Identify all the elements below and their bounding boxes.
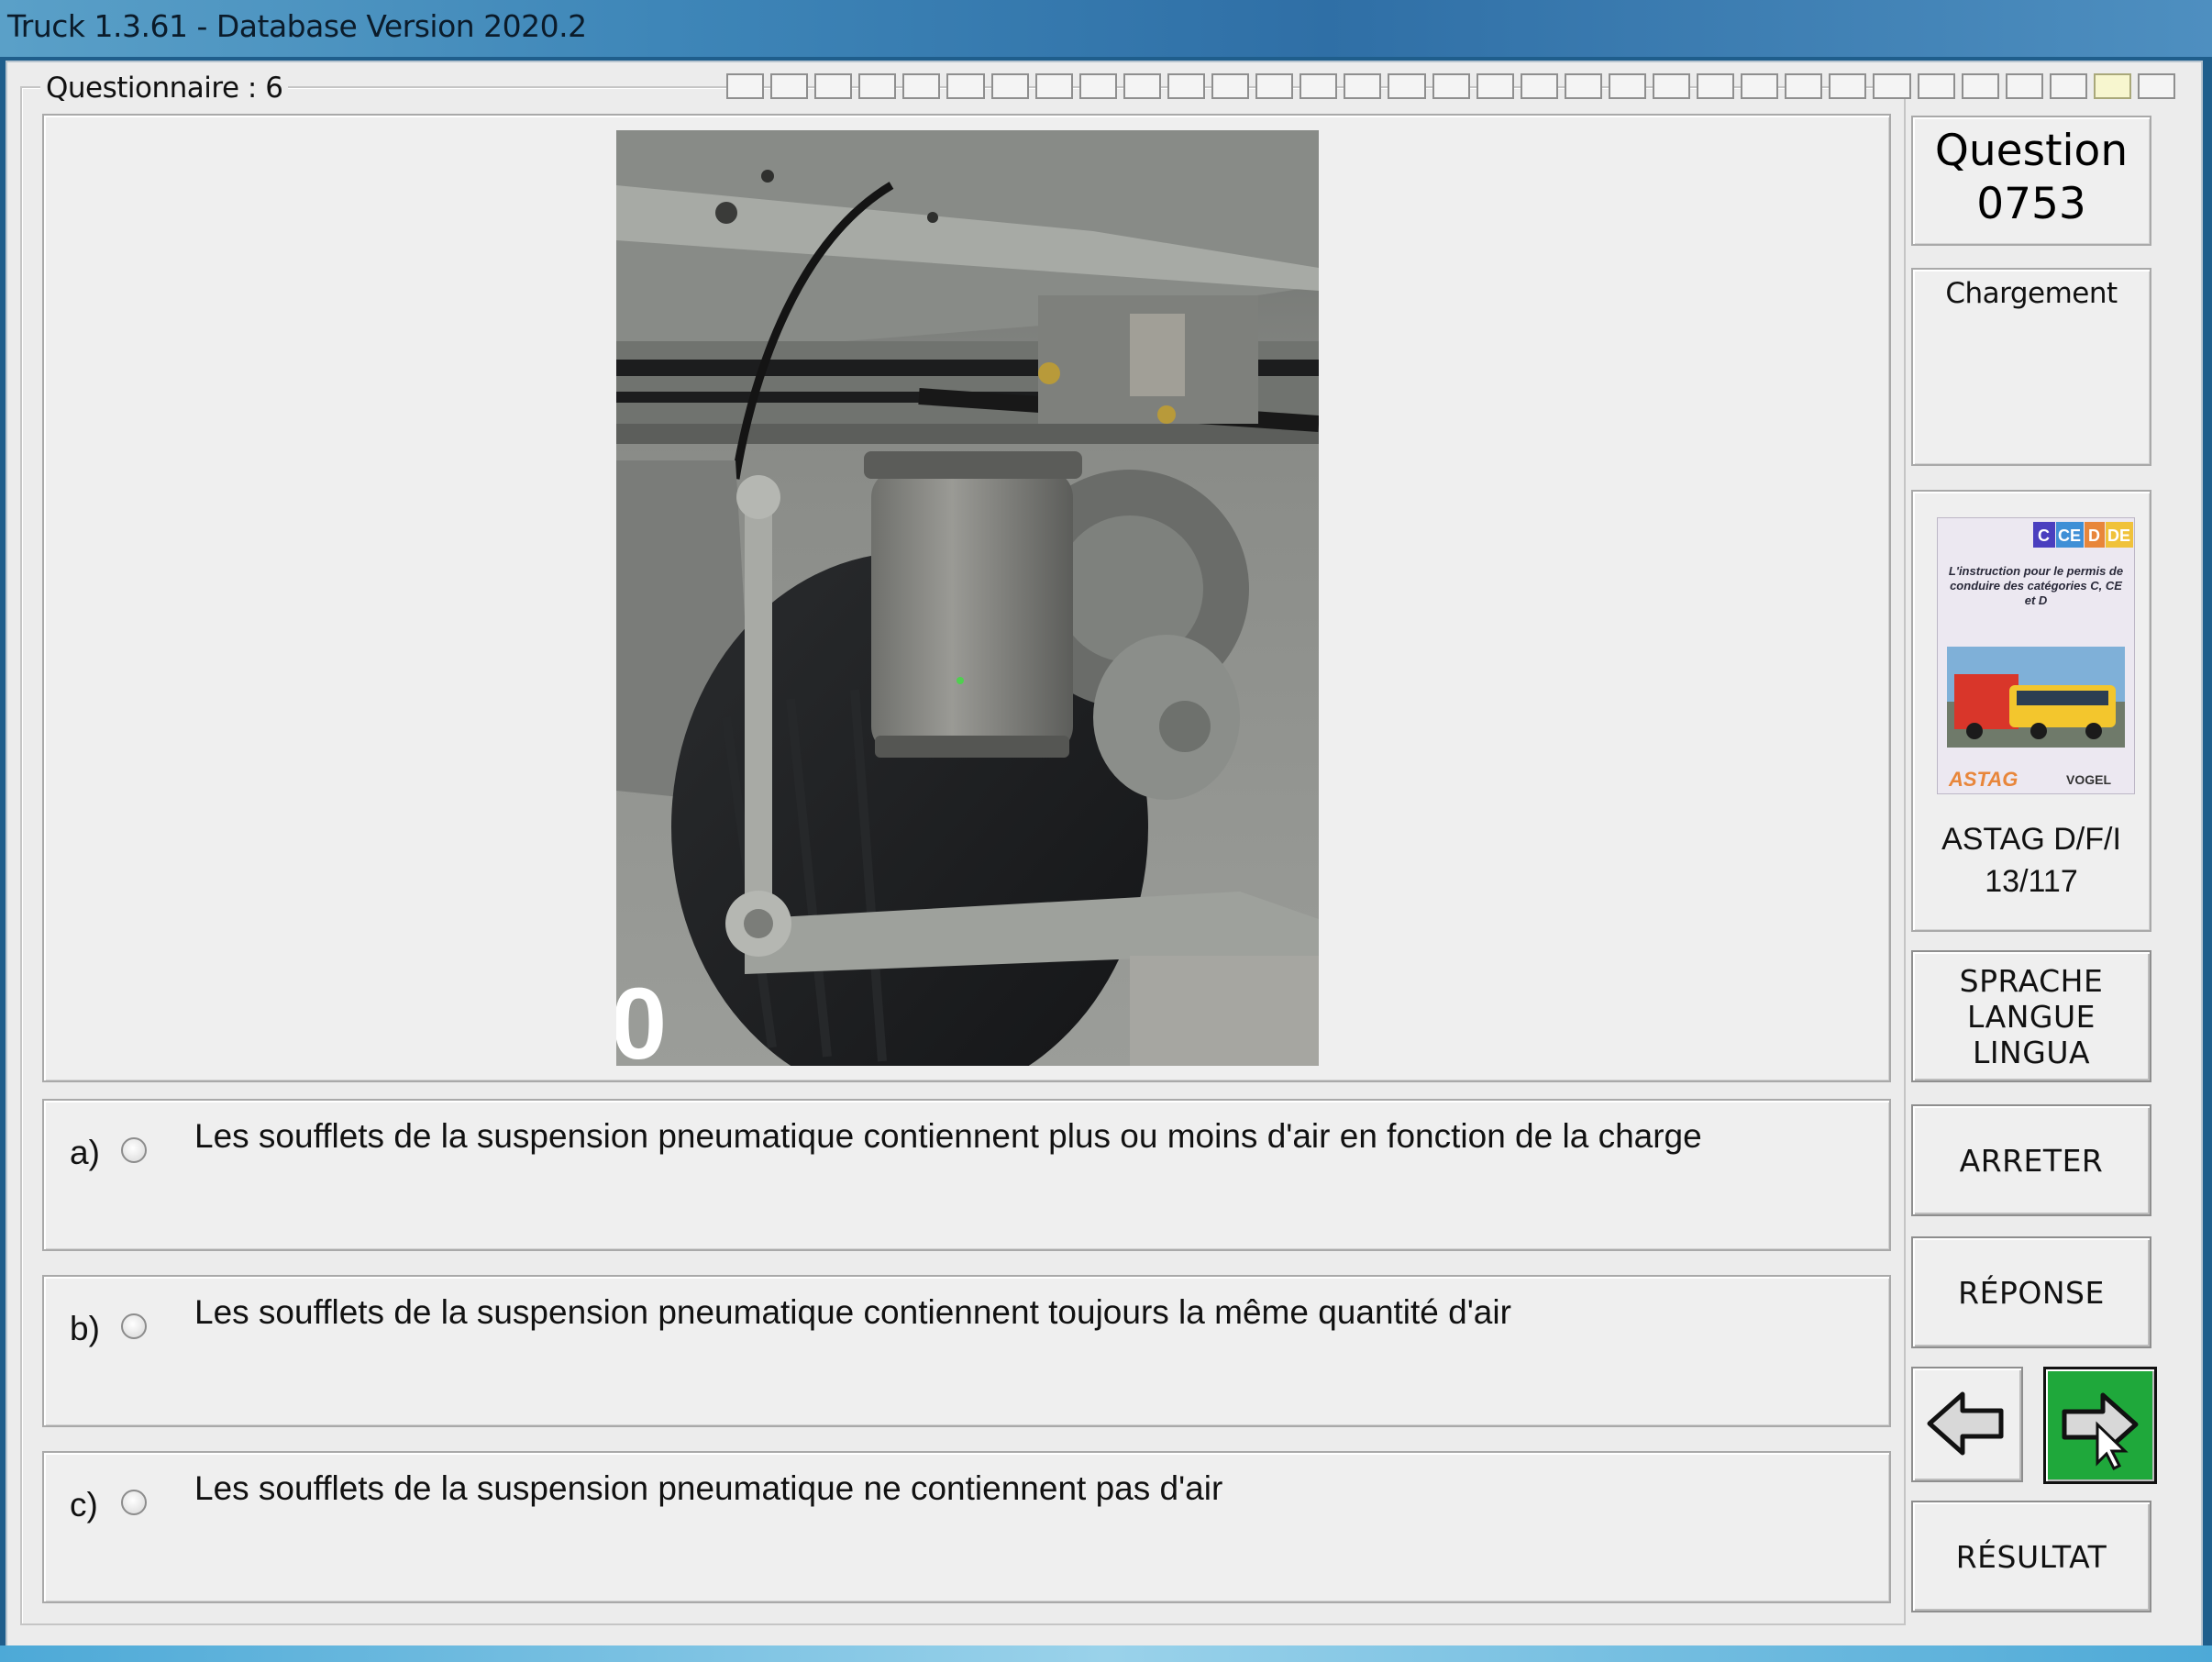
progress-cell — [814, 73, 853, 99]
progress-cell — [1034, 73, 1073, 99]
progress-cell — [726, 73, 765, 99]
question-number: 0753 — [1976, 179, 2086, 229]
answer-text: Les soufflets de la suspension pneumatiq… — [194, 1469, 1223, 1507]
progress-cell — [1741, 73, 1779, 99]
progress-cell — [2005, 73, 2043, 99]
arrow-right-icon — [2062, 1392, 2139, 1470]
title-bar[interactable]: Truck 1.3.61 - Database Version 2020.2 — [0, 0, 2212, 57]
answer-letter: c) — [70, 1486, 98, 1524]
progress-cell — [2049, 73, 2087, 99]
language-line-de: SPRACHE — [1959, 962, 2104, 999]
progress-cell — [858, 73, 897, 99]
progress-cell — [1078, 73, 1117, 99]
questionnaire-label: Questionnaire : 6 — [40, 72, 289, 105]
badge-d: D — [2088, 526, 2100, 545]
answer-option-c[interactable]: c) Les soufflets de la suspension pneuma… — [42, 1451, 1891, 1603]
answer-text: Les soufflets de la suspension pneumatiq… — [194, 1117, 1702, 1155]
answer-option-b[interactable]: b) Les soufflets de la suspension pneuma… — [42, 1275, 1891, 1427]
language-line-it: LINGUA — [1972, 1034, 2091, 1070]
progress-cell — [1917, 73, 1955, 99]
progress-cell — [1167, 73, 1206, 99]
publisher-vogel: VOGEL — [2066, 772, 2111, 787]
progress-cell — [1344, 73, 1382, 99]
progress-cell — [2093, 73, 2131, 99]
progress-cell — [1388, 73, 1426, 99]
result-button[interactable]: RÉSULTAT — [1911, 1501, 2151, 1612]
progress-cell — [1564, 73, 1602, 99]
badge-ce: CE — [2058, 526, 2081, 545]
progress-cell — [990, 73, 1029, 99]
show-answer-button[interactable]: RÉPONSE — [1911, 1236, 2151, 1348]
window-title: Truck 1.3.61 - Database Version 2020.2 — [7, 8, 587, 44]
progress-cell — [1652, 73, 1691, 99]
previous-question-button[interactable] — [1911, 1367, 2023, 1482]
book-cover-illustration: C CE D DE L'instruction pour le permis d… — [1938, 518, 2134, 793]
source-ref: 13/117 — [1985, 864, 2078, 899]
progress-cell — [1873, 73, 1911, 99]
answer-option-a[interactable]: a) Les soufflets de la suspension pneuma… — [42, 1099, 1891, 1251]
progress-cell — [1697, 73, 1735, 99]
progress-cell — [902, 73, 941, 99]
publisher-astag: ASTAG — [1948, 768, 2018, 791]
stop-button[interactable]: ARRETER — [1911, 1104, 2151, 1216]
answer-text: Les soufflets de la suspension pneumatiq… — [194, 1293, 1511, 1331]
progress-cell — [1211, 73, 1250, 99]
language-button[interactable]: SPRACHE LANGUE LINGUA — [1911, 950, 2151, 1082]
badge-c: C — [2038, 526, 2050, 545]
answer-letter: a) — [70, 1134, 100, 1171]
progress-cell — [1520, 73, 1558, 99]
question-category: Chargement — [1945, 277, 2118, 310]
progress-cell — [1476, 73, 1514, 99]
progress-cell — [770, 73, 809, 99]
answer-radio-b[interactable] — [121, 1313, 147, 1339]
answer-radio-c[interactable] — [121, 1490, 147, 1515]
progress-cell — [1608, 73, 1646, 99]
source-label: ASTAG D/F/I — [1941, 822, 2121, 857]
progress-cell — [1255, 73, 1294, 99]
suspension-photo-illustration: 0 — [616, 130, 1319, 1066]
source-reference-box: C CE D DE L'instruction pour le permis d… — [1911, 490, 2151, 932]
question-label: Question — [1934, 126, 2129, 176]
question-photo: 0 — [616, 130, 1319, 1066]
badge-de: DE — [2107, 526, 2130, 545]
book-title: L'instruction pour le permis de conduire… — [1948, 564, 2124, 607]
answer-letter: b) — [70, 1310, 100, 1347]
language-line-fr: LANGUE — [1967, 998, 2096, 1035]
source-book-cover: C CE D DE L'instruction pour le permis d… — [1937, 517, 2135, 794]
progress-cell — [1961, 73, 1999, 99]
progress-cell — [1123, 73, 1161, 99]
progress-cell — [1432, 73, 1470, 99]
progress-cell — [1829, 73, 1867, 99]
arrow-left-icon — [1927, 1391, 2004, 1456]
progress-cell — [1300, 73, 1338, 99]
source-reference: ASTAG D/F/I 13/117 — [1913, 818, 2150, 903]
next-question-button[interactable] — [2043, 1367, 2157, 1484]
question-number-box: Question 0753 — [1911, 116, 2151, 246]
answer-radio-a[interactable] — [121, 1137, 147, 1163]
progress-cell — [1785, 73, 1823, 99]
progress-cell — [946, 73, 985, 99]
question-progress-bar — [726, 73, 2176, 99]
window-bottom-border — [0, 1645, 2212, 1662]
question-category-box: Chargement — [1911, 268, 2151, 466]
progress-cell — [2138, 73, 2176, 99]
photo-digit: 0 — [616, 968, 667, 1066]
